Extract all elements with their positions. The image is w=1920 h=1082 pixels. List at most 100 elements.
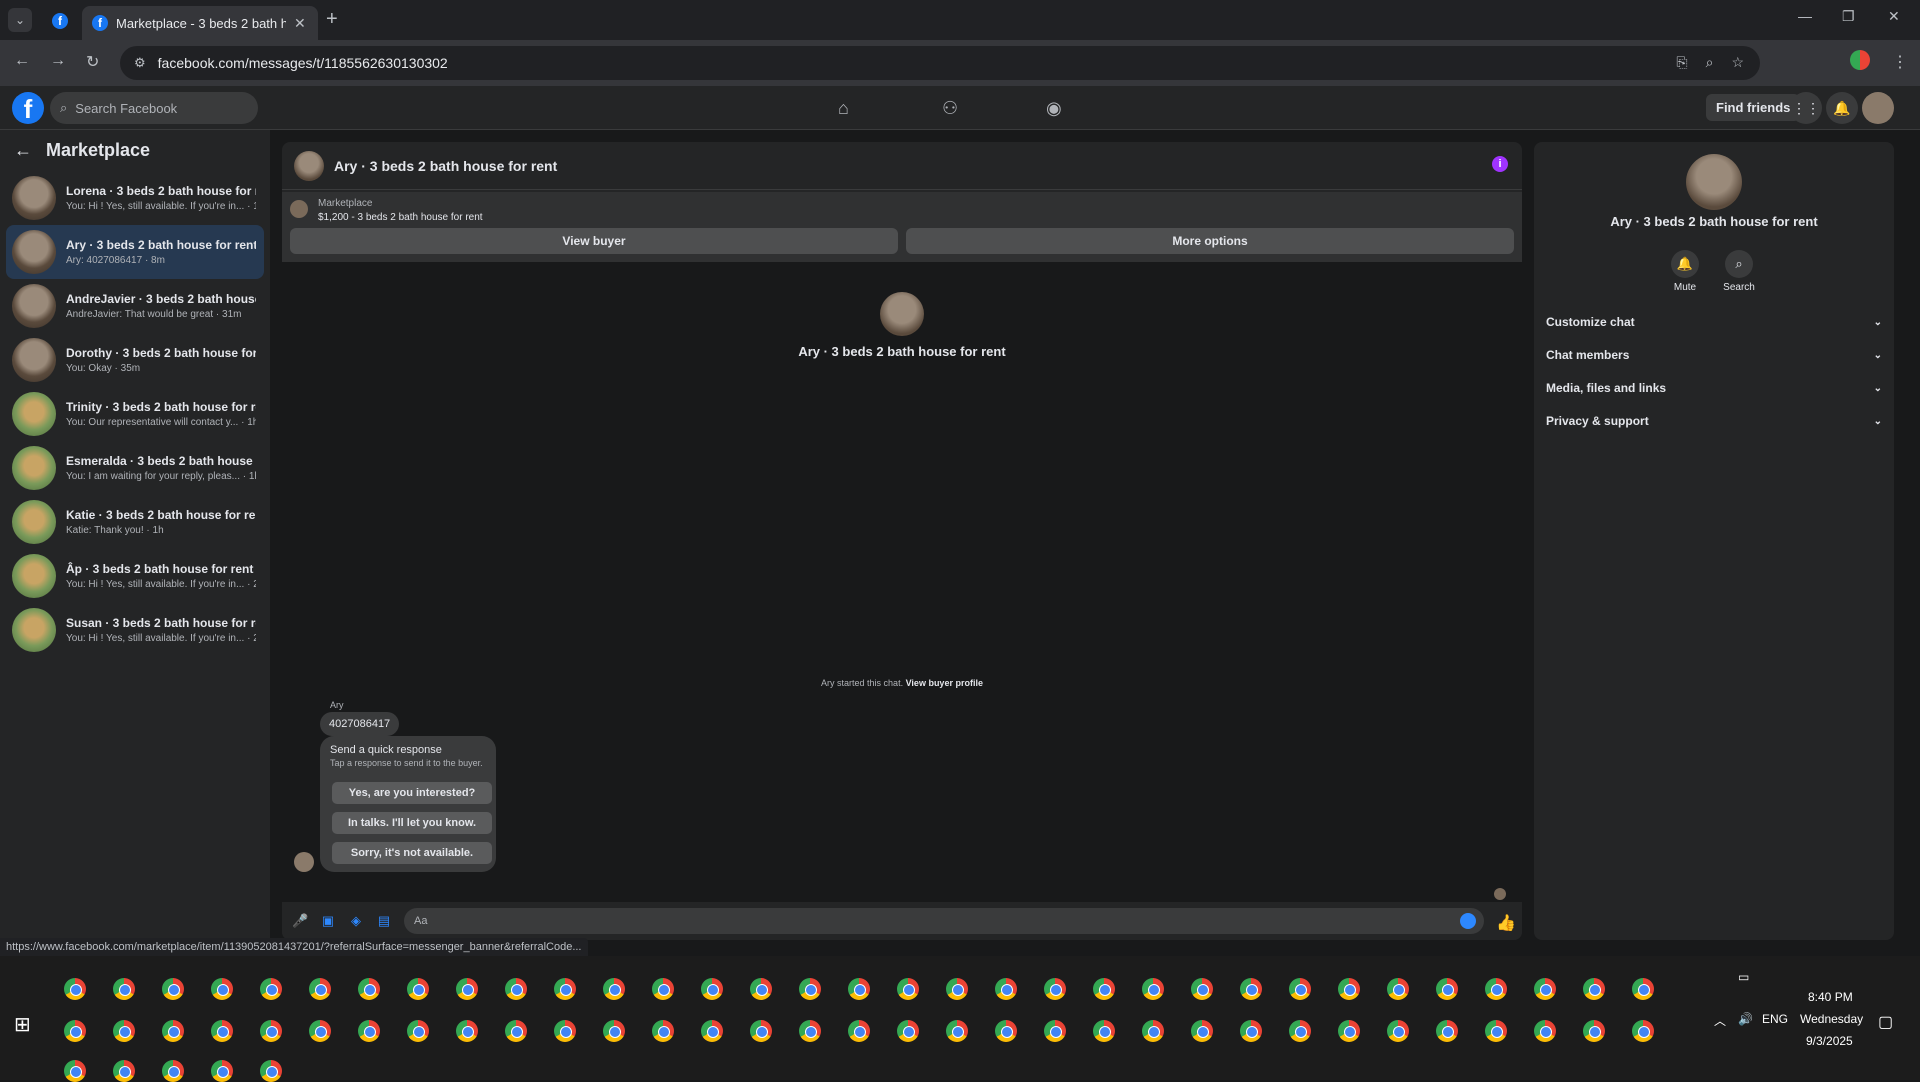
tab-active[interactable]: f Marketplace - 3 beds 2 bath house ✕ [82, 6, 318, 40]
chrome-taskbar-icon[interactable] [309, 978, 331, 1000]
chrome-taskbar-icon[interactable] [652, 1020, 674, 1042]
chrome-taskbar-icon[interactable] [1289, 978, 1311, 1000]
info-avatar[interactable] [1686, 154, 1742, 210]
quick-response-unavailable-button[interactable]: Sorry, it's not available. [332, 842, 492, 864]
chrome-taskbar-icon[interactable] [1093, 1020, 1115, 1042]
groups-icon[interactable]: ◉ [1046, 98, 1062, 119]
chrome-taskbar-icon[interactable] [1093, 978, 1115, 1000]
chrome-taskbar-icon[interactable] [358, 1020, 380, 1042]
forward-icon[interactable]: → [50, 52, 66, 70]
action-center-icon[interactable]: ▢ [1878, 1012, 1893, 1032]
chrome-taskbar-icon[interactable] [162, 1020, 184, 1042]
customize-chat-row[interactable]: Customize chat ⌄ [1546, 310, 1882, 334]
thumbs-up-icon[interactable]: 👍 [1496, 913, 1516, 932]
volume-icon[interactable]: 🔊 [1738, 1012, 1753, 1026]
chrome-taskbar-icon[interactable] [995, 978, 1017, 1000]
show-hidden-icons-icon[interactable]: ︿ [1714, 1012, 1726, 1029]
chrome-taskbar-icon[interactable] [211, 1020, 233, 1042]
search-button[interactable]: ⌕ Search [1714, 250, 1764, 293]
browser-menu-icon[interactable]: ⋮ [1892, 52, 1908, 72]
conversation-item[interactable]: Esmeralda · 3 beds 2 bath house f... You:… [6, 441, 264, 495]
address-bar[interactable]: ⚙ facebook.com/messages/t/11855626301303… [120, 46, 1760, 80]
chrome-taskbar-icon[interactable] [505, 1020, 527, 1042]
chrome-taskbar-icon[interactable] [1534, 978, 1556, 1000]
chrome-taskbar-icon[interactable] [848, 978, 870, 1000]
conversation-item[interactable]: Katie · 3 beds 2 bath house for rent Kati… [6, 495, 264, 549]
conversation-item[interactable]: Lorena · 3 beds 2 bath house for r... You… [6, 171, 264, 225]
chrome-taskbar-icon[interactable] [701, 978, 723, 1000]
privacy-support-row[interactable]: Privacy & support ⌄ [1546, 409, 1882, 433]
chrome-taskbar-icon[interactable] [260, 1020, 282, 1042]
chrome-taskbar-icon[interactable] [750, 978, 772, 1000]
emoji-icon[interactable] [1460, 913, 1476, 929]
more-options-button[interactable]: More options [906, 228, 1514, 254]
view-buyer-profile-link[interactable]: View buyer profile [906, 678, 983, 688]
chrome-taskbar-icon[interactable] [995, 1020, 1017, 1042]
chrome-taskbar-icon[interactable] [113, 1060, 135, 1082]
site-info-icon[interactable]: ⚙ [134, 55, 146, 71]
menu-grid-icon[interactable]: ⋮⋮ [1790, 92, 1822, 124]
chrome-taskbar-icon[interactable] [799, 978, 821, 1000]
chrome-taskbar-icon[interactable] [1387, 978, 1409, 1000]
conversation-item[interactable]: Dorothy · 3 beds 2 bath house for ... You… [6, 333, 264, 387]
chrome-taskbar-icon[interactable] [64, 1020, 86, 1042]
chrome-taskbar-icon[interactable] [897, 1020, 919, 1042]
chrome-taskbar-icon[interactable] [309, 1020, 331, 1042]
profile-extension-icon[interactable] [1850, 50, 1870, 70]
chrome-taskbar-icon[interactable] [407, 978, 429, 1000]
photo-icon[interactable]: ▣ [320, 913, 336, 929]
zoom-icon[interactable]: ⌕ [1706, 54, 1714, 71]
chrome-taskbar-icon[interactable] [407, 1020, 429, 1042]
friends-icon[interactable]: ⚇ [942, 98, 958, 119]
chrome-taskbar-icon[interactable] [456, 1020, 478, 1042]
chrome-taskbar-icon[interactable] [799, 1020, 821, 1042]
chrome-taskbar-icon[interactable] [1191, 978, 1213, 1000]
conversation-item[interactable]: Âp · 3 beds 2 bath house for rent You: Hi… [6, 549, 264, 603]
chrome-taskbar-icon[interactable] [701, 1020, 723, 1042]
chrome-taskbar-icon[interactable] [260, 978, 282, 1000]
chrome-taskbar-icon[interactable] [554, 1020, 576, 1042]
find-friends-button[interactable]: Find friends [1706, 94, 1801, 121]
chrome-taskbar-icon[interactable] [1142, 978, 1164, 1000]
bookmark-star-icon[interactable]: ☆ [1731, 54, 1744, 71]
chrome-taskbar-icon[interactable] [1338, 978, 1360, 1000]
chrome-taskbar-icon[interactable] [1632, 978, 1654, 1000]
chrome-taskbar-icon[interactable] [1583, 978, 1605, 1000]
close-window-icon[interactable]: ✕ [1888, 8, 1900, 25]
chrome-taskbar-icon[interactable] [505, 978, 527, 1000]
view-buyer-button[interactable]: View buyer [290, 228, 898, 254]
back-icon[interactable]: ← [14, 52, 30, 70]
tab-search-dropdown[interactable]: ⌄ [8, 8, 32, 32]
chrome-taskbar-icon[interactable] [113, 1020, 135, 1042]
search-facebook-input[interactable]: ⌕ Search Facebook [50, 92, 258, 124]
notification-area-icon[interactable]: ▭ [1738, 970, 1749, 984]
new-tab-button[interactable]: + [326, 8, 338, 31]
chrome-taskbar-icon[interactable] [1485, 1020, 1507, 1042]
notifications-icon[interactable]: 🔔 [1826, 92, 1858, 124]
back-arrow-icon[interactable]: ← [14, 140, 32, 161]
chrome-taskbar-icon[interactable] [1142, 1020, 1164, 1042]
chrome-taskbar-icon[interactable] [1191, 1020, 1213, 1042]
reload-icon[interactable]: ↻ [86, 52, 99, 72]
message-bubble[interactable]: 4027086417 [320, 712, 400, 736]
chrome-taskbar-icon[interactable] [162, 1060, 184, 1082]
chrome-taskbar-icon[interactable] [750, 1020, 772, 1042]
clock-date[interactable]: 9/3/2025 [1806, 1034, 1853, 1048]
chrome-taskbar-icon[interactable] [64, 978, 86, 1000]
chrome-taskbar-icon[interactable] [1240, 1020, 1262, 1042]
media-files-links-row[interactable]: Media, files and links ⌄ [1546, 376, 1882, 400]
restore-icon[interactable]: ❐ [1842, 8, 1855, 25]
message-input[interactable]: Aa [404, 908, 1484, 934]
chrome-taskbar-icon[interactable] [113, 978, 135, 1000]
tab-close-icon[interactable]: ✕ [294, 15, 306, 32]
chrome-taskbar-icon[interactable] [848, 1020, 870, 1042]
chrome-taskbar-icon[interactable] [211, 1060, 233, 1082]
chrome-taskbar-icon[interactable] [1044, 1020, 1066, 1042]
mute-button[interactable]: 🔔 Mute [1660, 250, 1710, 293]
gif-icon[interactable]: ▤ [376, 913, 392, 929]
chat-avatar[interactable] [294, 150, 324, 181]
chrome-taskbar-icon[interactable] [1289, 1020, 1311, 1042]
account-avatar[interactable] [1862, 92, 1894, 124]
chrome-taskbar-icon[interactable] [946, 1020, 968, 1042]
minimize-icon[interactable]: — [1798, 8, 1812, 24]
